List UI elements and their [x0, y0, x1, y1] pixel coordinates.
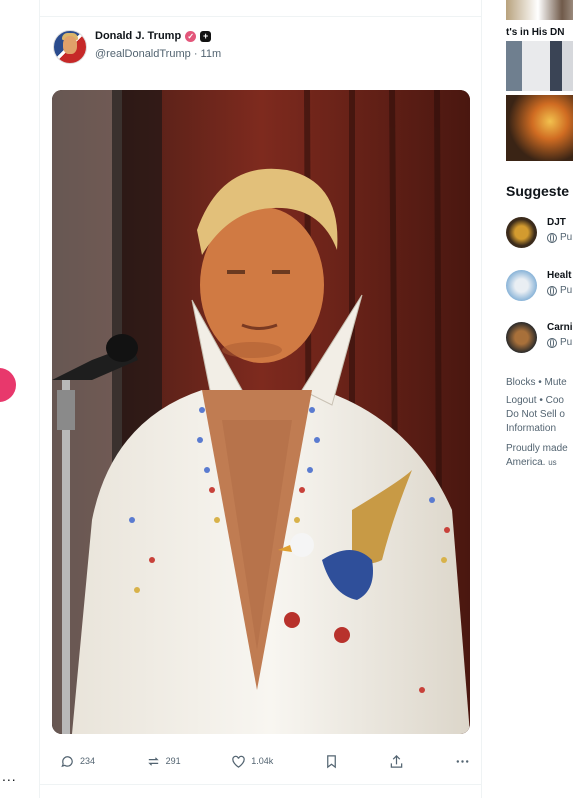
suggestion-avatar[interactable]: [506, 270, 537, 301]
ellipsis-icon: [456, 759, 469, 763]
post-timestamp[interactable]: 11m: [201, 48, 222, 60]
meta-separator: ·: [193, 48, 198, 60]
suggestion-item[interactable]: DJT Pu: [506, 217, 572, 248]
trending-thumbnail[interactable]: [506, 41, 573, 91]
like-count: 1.04k: [251, 756, 274, 766]
suggestion-avatar[interactable]: [506, 217, 537, 248]
post-header: Donald J. Trump ✓ + @realDonaldTrump · 1…: [53, 30, 221, 64]
verified-badge-icon: ✓: [185, 31, 197, 42]
compose-fab-button[interactable]: [0, 368, 16, 402]
author-handle[interactable]: @realDonaldTrump: [95, 48, 191, 60]
suggestion-name[interactable]: DJT: [547, 217, 572, 229]
footer-links-3[interactable]: Do Not Sell o: [506, 408, 568, 422]
globe-icon: [547, 338, 557, 348]
feed-column: Donald J. Trump ✓ + @realDonaldTrump · 1…: [39, 0, 482, 798]
repost-icon: [147, 756, 159, 766]
previous-post-edge: [40, 0, 481, 17]
footer-links-2[interactable]: Logout • Coo: [506, 394, 568, 408]
suggestion-sub: Pu: [560, 285, 573, 296]
post-image[interactable]: [52, 90, 470, 734]
share-icon: [391, 754, 403, 768]
post-actions: 234 291 1.04k: [60, 751, 470, 771]
trending-thumbnail[interactable]: [506, 95, 573, 161]
sidebar-footer: Blocks • Mute Logout • Coo Do Not Sell o…: [506, 376, 568, 470]
like-button[interactable]: 1.04k: [231, 754, 273, 769]
bookmark-icon: [326, 754, 336, 768]
more-options-button[interactable]: [455, 754, 470, 769]
suggestion-sub: Pu: [560, 337, 573, 348]
footer-made-in: Proudly made: [506, 443, 568, 454]
reply-count: 234: [80, 756, 96, 766]
repost-count: 291: [165, 756, 181, 766]
suggestion-sub: Pu: [560, 232, 573, 243]
suggested-heading: Suggeste: [506, 183, 570, 199]
repost-button[interactable]: 291: [146, 754, 181, 769]
bookmark-button[interactable]: [324, 754, 339, 769]
post-divider: [40, 784, 481, 785]
post-image-illustration: [52, 90, 470, 734]
more-menu-button[interactable]: ...: [2, 768, 17, 784]
footer-flag: us: [548, 458, 557, 467]
reply-icon: [61, 755, 73, 767]
share-button[interactable]: [389, 754, 404, 769]
reply-button[interactable]: 234: [60, 754, 95, 769]
footer-country: America.: [506, 457, 546, 468]
plus-badge-icon: +: [200, 31, 212, 42]
suggestion-name[interactable]: Healt: [547, 270, 572, 282]
suggestion-avatar[interactable]: [506, 322, 537, 353]
globe-icon: [547, 233, 557, 243]
globe-icon: [547, 286, 557, 296]
suggestion-name[interactable]: Carni: [547, 322, 573, 334]
author-avatar[interactable]: [53, 30, 87, 64]
right-sidebar: t's in His DN Suggeste DJT Pu Healt Pu C…: [506, 0, 573, 798]
trending-caption[interactable]: t's in His DN: [506, 27, 565, 38]
suggestion-item[interactable]: Healt Pu: [506, 270, 572, 301]
trending-thumbnail[interactable]: [506, 0, 573, 20]
author-name[interactable]: Donald J. Trump: [95, 30, 181, 43]
footer-links-4[interactable]: Information: [506, 422, 568, 436]
heart-icon: [232, 755, 245, 768]
footer-links-1[interactable]: Blocks • Mute: [506, 376, 568, 390]
suggestion-item[interactable]: Carni Pu: [506, 322, 573, 353]
